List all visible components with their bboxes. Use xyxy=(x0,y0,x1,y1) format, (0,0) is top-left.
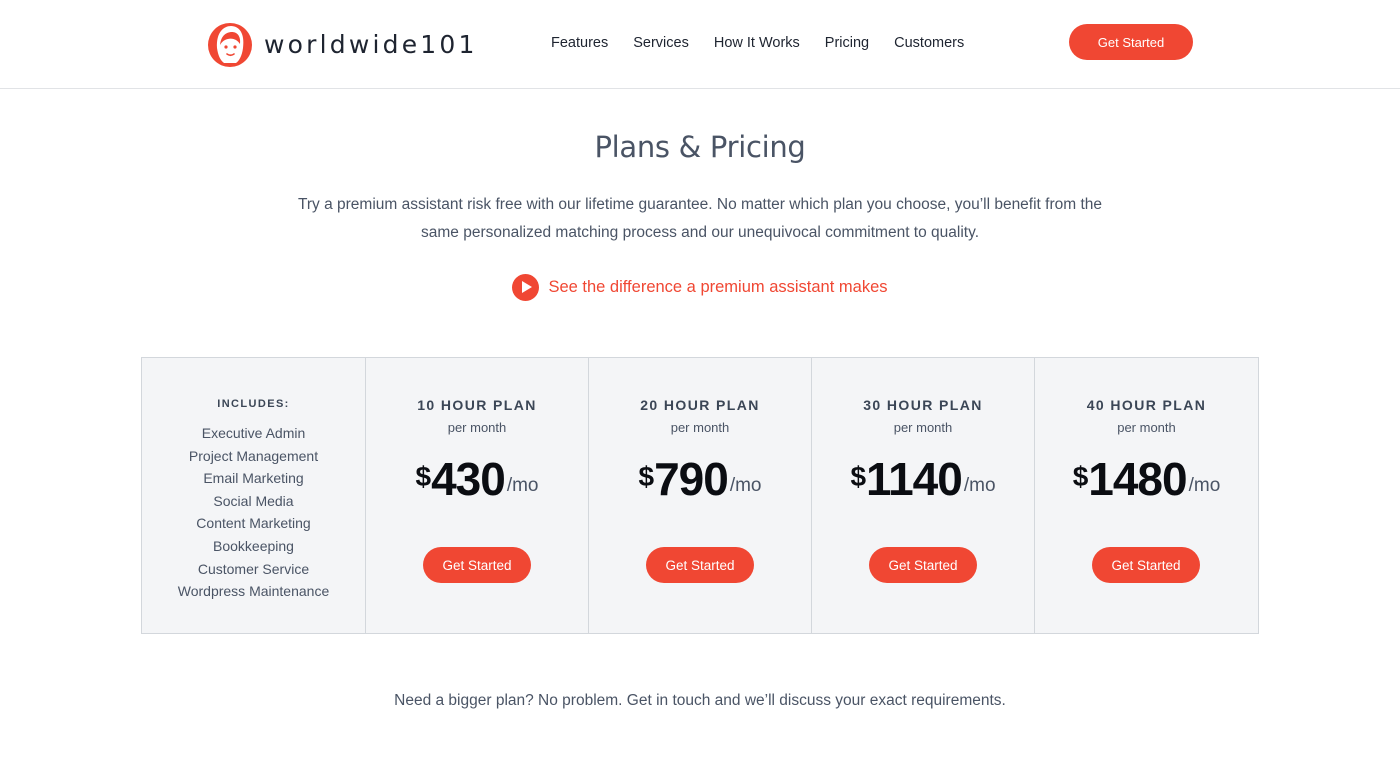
include-item: Executive Admin xyxy=(201,425,306,441)
plan-card-30-hour: 30 HOUR PLAN per month $ 1140 /mo Get St… xyxy=(812,358,1035,633)
video-link-label[interactable]: See the difference a premium assistant m… xyxy=(548,278,887,297)
plan-price: $ 1140 /mo xyxy=(812,453,1034,505)
video-link[interactable]: See the difference a premium assistant m… xyxy=(0,274,1400,301)
nav-how-it-works[interactable]: How It Works xyxy=(714,35,800,51)
plan-name: 30 HOUR PLAN xyxy=(863,397,983,413)
plan-card-20-hour: 20 HOUR PLAN per month $ 790 /mo Get Sta… xyxy=(589,358,812,633)
header-get-started-button[interactable]: Get Started xyxy=(1069,24,1193,60)
plan-period: per month xyxy=(1117,420,1176,435)
nav-customers[interactable]: Customers xyxy=(894,35,964,51)
price-amount: 430 xyxy=(431,453,506,505)
price-amount: 1480 xyxy=(1088,453,1187,505)
plan-period: per month xyxy=(893,420,953,435)
main-nav: Features Services How It Works Pricing C… xyxy=(551,35,989,51)
include-item: Project Management xyxy=(188,447,319,464)
price-currency: $ xyxy=(415,461,432,492)
plan-period: per month xyxy=(447,420,507,435)
price-currency: $ xyxy=(850,461,867,492)
include-item: Customer Service xyxy=(197,560,310,577)
price-unit: /mo xyxy=(729,475,762,496)
site-header: worldwide101 Features Services How It Wo… xyxy=(0,0,1400,89)
logo[interactable]: worldwide101 xyxy=(206,18,478,70)
plan-name: 40 HOUR PLAN xyxy=(1086,397,1207,413)
plan-get-started-button[interactable]: Get Started xyxy=(646,547,754,583)
price-amount: 1140 xyxy=(866,453,963,505)
include-item: Wordpress Maintenance xyxy=(177,583,330,600)
plan-card-40-hour: 40 HOUR PLAN per month $ 1480 /mo Get St… xyxy=(1035,358,1258,633)
nav-pricing[interactable]: Pricing xyxy=(825,35,869,51)
plan-card-10-hour: 10 HOUR PLAN per month $ 430 /mo Get Sta… xyxy=(366,358,589,633)
pricing-table: INCLUDES: Executive Admin Project Manage… xyxy=(141,357,1259,634)
plan-get-started-button[interactable]: Get Started xyxy=(423,547,531,583)
include-item: Bookkeeping xyxy=(213,537,294,554)
nav-services[interactable]: Services xyxy=(633,35,689,51)
plan-price: $ 1480 /mo xyxy=(1035,453,1258,505)
bigger-plan-note: Need a bigger plan? No problem. Get in t… xyxy=(394,692,1006,709)
price-currency: $ xyxy=(1072,461,1089,492)
plan-get-started-button[interactable]: Get Started xyxy=(869,547,977,583)
plan-period: per month xyxy=(670,420,730,435)
include-item: Social Media xyxy=(213,492,294,509)
plan-price: $ 430 /mo xyxy=(366,453,588,505)
price-unit: /mo xyxy=(963,475,996,496)
include-item: Content Marketing xyxy=(196,515,311,532)
price-unit: /mo xyxy=(506,475,539,496)
plan-name: 10 HOUR PLAN xyxy=(417,397,537,413)
includes-column: INCLUDES: Executive Admin Project Manage… xyxy=(142,358,366,633)
price-unit: /mo xyxy=(1188,475,1221,496)
page-title: Plans & Pricing xyxy=(594,130,806,164)
nav-features[interactable]: Features xyxy=(551,35,608,51)
intro-text: Try a premium assistant risk free with o… xyxy=(297,196,1103,241)
plan-name: 20 HOUR PLAN xyxy=(640,397,760,413)
plan-get-started-button[interactable]: Get Started xyxy=(1092,547,1200,583)
logo-wordmark: worldwide101 xyxy=(264,29,478,59)
price-amount: 790 xyxy=(654,453,729,505)
woman-face-logo-icon xyxy=(208,23,252,67)
plan-price: $ 790 /mo xyxy=(589,453,811,505)
play-icon[interactable] xyxy=(512,274,540,301)
includes-title: INCLUDES: xyxy=(217,398,290,410)
include-item: Email Marketing xyxy=(203,470,304,487)
price-currency: $ xyxy=(638,461,655,492)
